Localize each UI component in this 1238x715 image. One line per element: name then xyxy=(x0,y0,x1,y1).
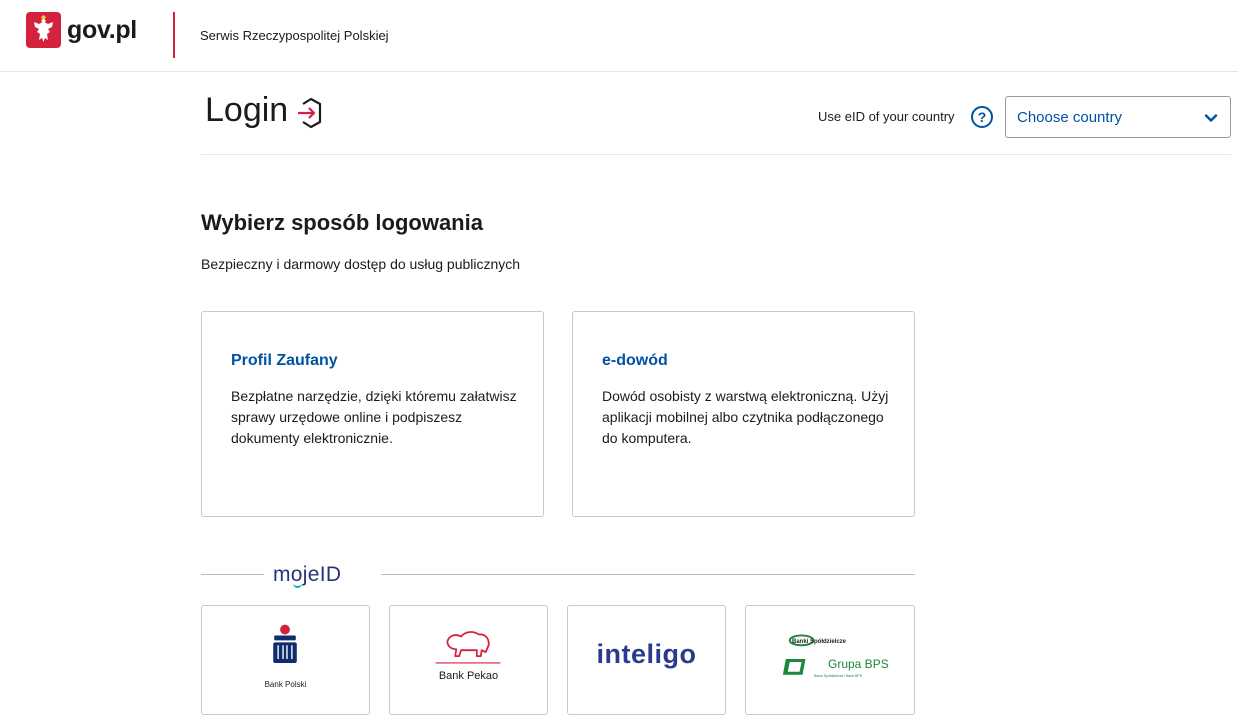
bank-tile-inteligo[interactable]: inteligo xyxy=(567,605,726,715)
bank-group-name: Grupa BPS xyxy=(828,657,889,671)
login-bar: Login Use eID of your country ? Choose c… xyxy=(201,85,1231,155)
card-description: Dowód osobisty z warstwą elektroniczną. … xyxy=(602,388,889,446)
mojeid-logo: mojeID xyxy=(273,563,341,587)
page-title: Login xyxy=(205,91,289,129)
card-description: Bezpłatne narzędzie, dzięki któremu zała… xyxy=(231,388,517,446)
section-subtitle: Bezpieczny i darmowy dostęp do usług pub… xyxy=(201,256,521,272)
bank-tile-pko-bp[interactable]: Bank Polski xyxy=(201,605,370,715)
pekao-bison-logo-icon xyxy=(435,631,501,664)
bank-tile-sgb-bps[interactable]: Banki Spółdzielcze Grupa BPS Banki Spółd… xyxy=(745,605,915,715)
country-select-value: Choose country xyxy=(1017,109,1123,126)
header-subtitle: Serwis Rzeczypospolitej Polskiej xyxy=(200,28,389,43)
polish-eagle-emblem-icon xyxy=(26,12,61,48)
bank-caption: Bank Polski xyxy=(264,680,307,689)
card-title[interactable]: Profil Zaufany xyxy=(231,352,338,370)
divider-line xyxy=(381,574,915,575)
mojeid-divider: mojeID xyxy=(201,563,915,587)
section-title: Wybierz sposób logowania xyxy=(201,210,483,235)
eid-label: Use eID of your country xyxy=(818,109,955,124)
mojeid-logo-prefix: m xyxy=(273,563,291,586)
inteligo-logo-icon: inteligo xyxy=(596,639,697,669)
country-select[interactable]: Choose country xyxy=(1005,96,1231,138)
site-header: gov.pl Serwis Rzeczypospolitej Polskiej xyxy=(0,0,1238,72)
bank-caption: Bank Pekao xyxy=(438,670,499,682)
pko-bp-logo-icon xyxy=(273,624,297,663)
help-icon[interactable]: ? xyxy=(971,106,993,128)
bank-caption: Banki Spółdzielcze xyxy=(792,639,847,645)
login-arrow-icon xyxy=(298,97,322,129)
card-title[interactable]: e-dowód xyxy=(602,352,668,370)
login-option-profil-zaufany[interactable]: Profil Zaufany Bezpłatne narzędzie, dzię… xyxy=(201,311,544,517)
divider-line xyxy=(201,574,264,575)
bank-sub-caption: Banki Spółdzielcze i Bank BPS xyxy=(814,674,863,678)
login-option-e-dowod[interactable]: e-dowód Dowód osobisty z warstwą elektro… xyxy=(572,311,915,517)
mojeid-logo-suffix: jeID xyxy=(302,563,342,586)
bank-tile-pekao[interactable]: Bank Pekao xyxy=(389,605,548,715)
header-divider xyxy=(173,12,175,58)
govpl-logo[interactable]: gov.pl xyxy=(26,12,137,48)
mojeid-logo-o: o xyxy=(290,563,303,586)
chevron-down-icon xyxy=(1204,114,1218,122)
logo-text: gov.pl xyxy=(67,15,137,44)
